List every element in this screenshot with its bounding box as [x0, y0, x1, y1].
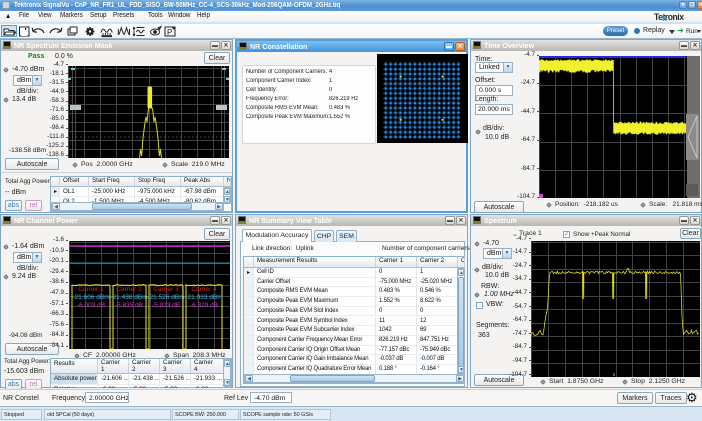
svg-text:-6.329 dB: -6.329 dB: [190, 302, 218, 309]
svg-text:Carrier 4: Carrier 4: [191, 286, 217, 293]
svg-text:∨: ∨: [612, 372, 616, 377]
svg-text:Carrier 2: Carrier 2: [116, 286, 142, 293]
svg-text:-21.606 dBm: -21.606 dBm: [72, 294, 109, 301]
svg-text:Carrier 1: Carrier 1: [78, 286, 104, 293]
svg-text:-5.835 dB: -5.835 dB: [115, 302, 143, 309]
svg-text:Carrier 3: Carrier 3: [153, 286, 179, 293]
svg-text:-21.526 dBm: -21.526 dBm: [147, 294, 184, 301]
svg-text:-21.438 dBm: -21.438 dBm: [110, 294, 147, 301]
svg-text:-6.003 dB: -6.003 dB: [77, 302, 105, 309]
svg-text:P: P: [167, 28, 172, 37]
svg-text:-21.933 dBm: -21.933 dBm: [185, 294, 222, 301]
svg-text:-5.923 dB: -5.923 dB: [152, 302, 180, 309]
